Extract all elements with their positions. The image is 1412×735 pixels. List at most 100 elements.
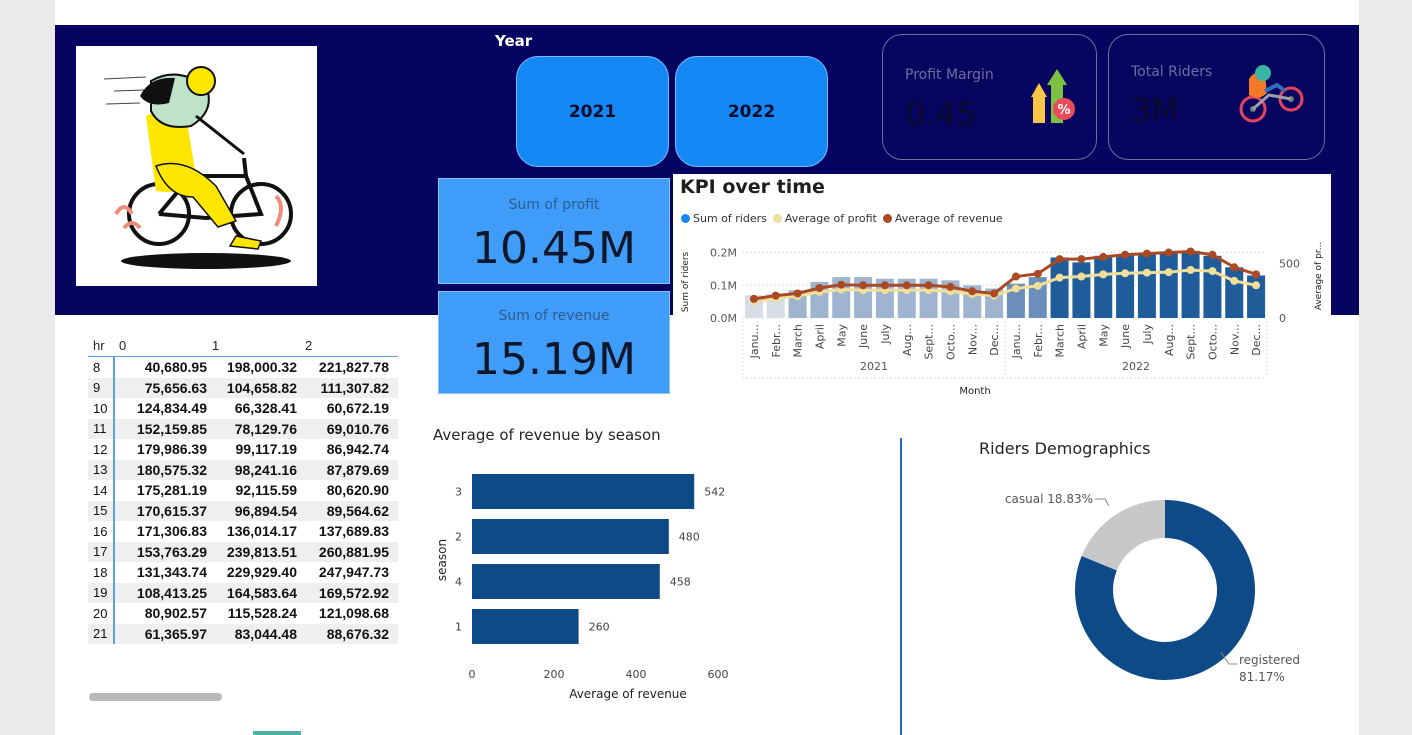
table-row[interactable]: 17 153,763.29 239,813.51 260,881.95 — [88, 541, 398, 562]
kpi-x-tick: May — [1097, 324, 1110, 347]
kpi-revenue-point — [1121, 250, 1130, 259]
kpi-revenue-point — [749, 294, 758, 303]
kpi-y2-label: Average of pr... — [1314, 242, 1324, 311]
kpi-profit-point — [1164, 268, 1173, 277]
table-cell-value: 180,575.32 — [136, 461, 207, 478]
kpi-profit-point — [1186, 266, 1195, 274]
kpi-x-tick: Sept... — [923, 324, 936, 360]
season-bar — [472, 564, 660, 599]
kpi-profit-point — [1099, 270, 1108, 279]
table-cell-value: 92,115.59 — [235, 482, 297, 499]
year-option-2022[interactable]: 2022 — [675, 56, 828, 167]
kpi-profit-point — [1142, 268, 1151, 277]
revenue-by-season-chart[interactable]: Average of revenue by season 542 3 480 2 458… — [430, 420, 750, 710]
kpi-riders-bar — [1050, 257, 1069, 318]
cyclist-icon — [103, 66, 293, 269]
kpi-profit-point — [1121, 269, 1130, 278]
table-cell-value: 170,615.37 — [136, 502, 207, 519]
donut-label-registered: registered — [1239, 653, 1300, 667]
table-cell-hr: 12 — [88, 439, 115, 460]
kpi-revenue-point — [1055, 255, 1064, 264]
table-row[interactable]: 15 170,615.37 96,894.54 89,564.62 — [88, 500, 398, 521]
table-cell-value: 136,014.17 — [226, 523, 297, 540]
kpi-riders-bar — [1137, 252, 1156, 318]
sum-revenue-label: Sum of revenue — [498, 308, 610, 324]
profit-margin-value: 0.45 — [905, 95, 977, 133]
table-cell-value: 80,620.90 — [326, 482, 389, 499]
table-cell-value: 153,763.29 — [136, 543, 207, 560]
kpi-revenue-point — [924, 281, 933, 290]
kpi-revenue-point — [771, 291, 780, 300]
table-cell-value: 121,098.68 — [318, 605, 389, 622]
table-cell-hr: 19 — [88, 582, 115, 603]
table-header-col1[interactable]: 1 — [207, 338, 299, 353]
table-cell-value: 152,159.85 — [136, 420, 207, 437]
kpi-revenue-point — [815, 284, 824, 292]
table-row[interactable]: 16 171,306.83 136,014.17 137,689.83 — [88, 521, 398, 542]
table-cell-value: 80,902.57 — [144, 605, 207, 622]
kpi-x-tick: July — [1141, 324, 1154, 345]
table-cell-value: 88,676.32 — [326, 625, 389, 642]
table-row[interactable]: 19 108,413.25 164,583.64 169,572.92 — [88, 582, 398, 603]
kpi-year-group-label: 2021 — [860, 360, 888, 373]
kpi-year-group-label: 2022 — [1122, 360, 1150, 373]
table-row[interactable]: 21 61,365.97 83,044.48 88,676.32 — [88, 623, 398, 644]
hr-matrix-table[interactable]: hr 0 1 2 8 40,680.95 198,000.32 221,827.78 9… — [88, 335, 398, 644]
kpi-profit-point — [1033, 281, 1042, 290]
donut-chart-plot: casual 18.83% registered 81.17% — [1005, 492, 1300, 684]
year-option-2021[interactable]: 2021 — [516, 56, 669, 167]
kpi-revenue-point — [1252, 270, 1261, 279]
kpi-profit-point — [1252, 281, 1261, 290]
table-header-col2[interactable]: 2 — [299, 338, 389, 353]
season-bar — [472, 474, 695, 509]
kpi-revenue-point — [1164, 248, 1173, 257]
table-row[interactable]: 18 131,343.74 229,929.40 247,947.73 — [88, 562, 398, 583]
table-row[interactable]: 13 180,575.32 98,241.16 87,879.69 — [88, 459, 398, 480]
kpi-over-time-chart[interactable]: KPI over time Sum of riders Average of p… — [673, 174, 1331, 406]
kpi-x-tick: Dec... — [988, 324, 1001, 356]
kpi-y-label: Sum of riders — [681, 251, 691, 312]
kpi-y-tick: 0.2M — [710, 247, 737, 260]
kpi-x-tick: June — [1119, 324, 1132, 349]
table-cell-value: 179,986.39 — [136, 441, 207, 458]
kpi-revenue-point — [793, 289, 802, 298]
table-row[interactable]: 11 152,159.85 78,129.76 69,010.76 — [88, 418, 398, 439]
table-cell-value: 104,658.82 — [226, 379, 297, 396]
table-row[interactable]: 12 179,986.39 99,117.19 86,942.74 — [88, 439, 398, 460]
table-horizontal-scrollbar[interactable] — [89, 693, 222, 701]
table-row[interactable]: 9 75,656.63 104,658.82 111,307.82 — [88, 377, 398, 398]
table-cell-value: 175,281.19 — [136, 482, 207, 499]
table-header-hr[interactable]: hr — [88, 338, 115, 353]
table-row[interactable]: 10 124,834.49 66,328.41 60,672.19 — [88, 398, 398, 419]
kpi-x-tick: June — [857, 324, 870, 349]
kpi-revenue-point — [1142, 249, 1151, 258]
table-cell-value: 96,894.54 — [234, 502, 297, 519]
table-cell-value: 221,827.78 — [318, 359, 389, 376]
table-row[interactable]: 20 80,902.57 115,528.24 121,098.68 — [88, 603, 398, 624]
table-header-col0[interactable]: 0 — [115, 338, 207, 353]
kpi-revenue-point — [880, 281, 889, 290]
season-chart-plot: 542 3 480 2 458 4 260 1 0 200 400 600 Average of rev… — [435, 474, 729, 701]
table-cell-value: 69,010.76 — [326, 420, 389, 437]
riders-demographics-chart[interactable]: Riders Demographics casual 18.83% registe… — [905, 430, 1359, 730]
kpi-riders-bar — [1203, 255, 1222, 318]
total-riders-label: Total Riders — [1131, 64, 1213, 80]
kpi-x-tick: Janu... — [748, 324, 761, 359]
season-x-tick: 200 — [544, 668, 565, 681]
donut-label-casual: casual 18.83% — [1005, 492, 1093, 506]
season-x-label: Average of revenue — [569, 687, 687, 701]
table-row[interactable]: 14 175,281.19 92,115.59 80,620.90 — [88, 480, 398, 501]
kpi-riders-bar — [1072, 262, 1091, 318]
total-riders-value: 3M — [1131, 91, 1179, 129]
sum-revenue-card: Sum of revenue 15.19M — [438, 291, 670, 394]
kpi-riders-bar — [1159, 252, 1178, 318]
table-cell-hr: 10 — [88, 398, 115, 419]
table-cell-value: 131,343.74 — [136, 564, 207, 581]
year-slicer-title: Year — [495, 32, 533, 50]
table-cell-hr: 8 — [88, 357, 115, 378]
table-cell-value: 111,307.82 — [320, 379, 389, 396]
season-x-tick: 600 — [708, 668, 729, 681]
kpi-x-tick: Febr... — [1032, 324, 1045, 357]
table-row[interactable]: 8 40,680.95 198,000.32 221,827.78 — [88, 357, 398, 378]
kpi-x-tick: July — [879, 324, 892, 345]
